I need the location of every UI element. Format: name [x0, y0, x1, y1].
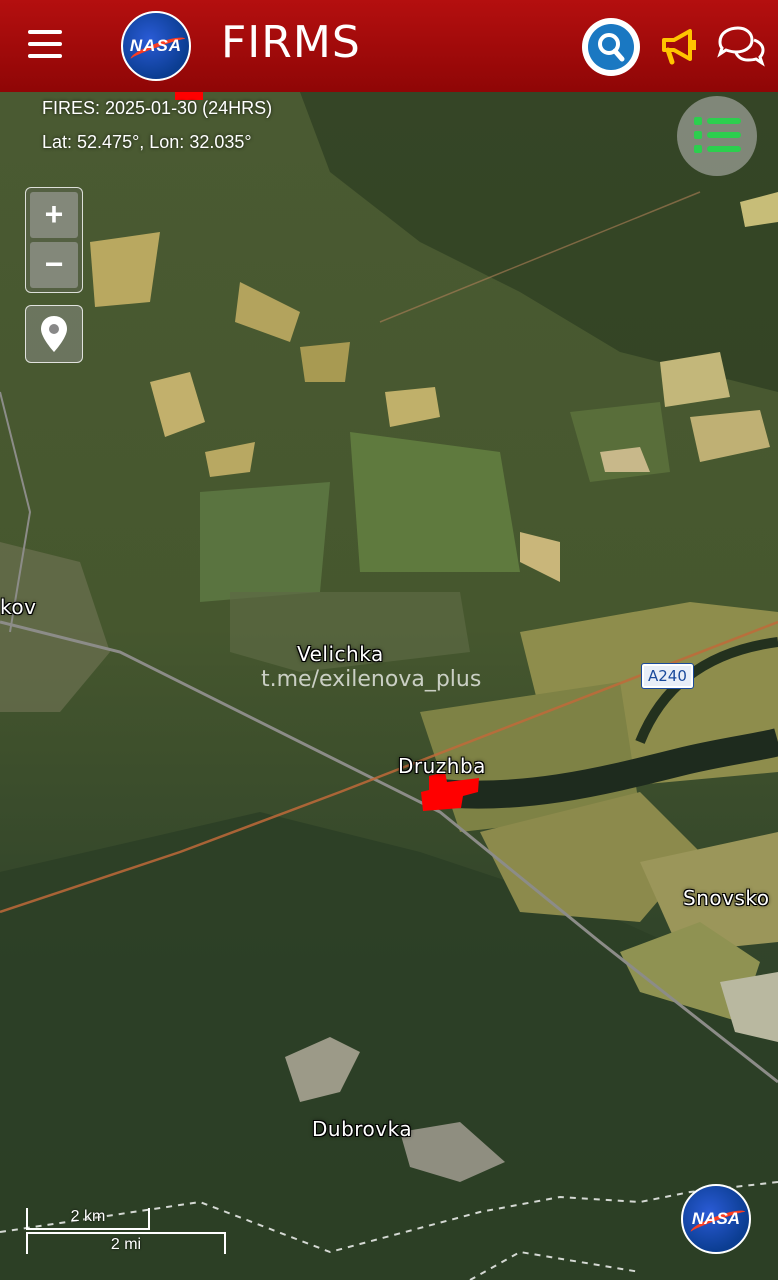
app-header: NASA FIRMS	[0, 0, 778, 92]
scale-mi: 2 mi	[26, 1232, 226, 1254]
place-label-velichka: Velichka	[297, 642, 384, 666]
hamburger-menu-icon[interactable]	[28, 30, 62, 60]
zoom-out-button[interactable]: −	[30, 242, 78, 288]
fires-date-label: FIRES: 2025-01-30 (24HRS)	[42, 98, 273, 118]
place-label-dubrovka: Dubrovka	[312, 1117, 413, 1141]
app-title: FIRMS	[221, 17, 361, 68]
coordinates-label: Lat: 52.475°, Lon: 32.035°	[42, 132, 252, 152]
nasa-logo: NASA	[121, 11, 191, 81]
place-label-snovsko: Snovsko	[683, 886, 770, 910]
nasa-badge-logo[interactable]: NASA	[681, 1184, 751, 1254]
place-label-kokov: kov	[0, 595, 37, 619]
search-button[interactable]	[582, 18, 640, 76]
search-icon	[588, 24, 634, 70]
locate-button[interactable]	[25, 305, 83, 363]
chat-icon[interactable]	[716, 24, 766, 68]
road-shield-a240: A240	[641, 663, 694, 689]
megaphone-icon[interactable]	[660, 26, 700, 66]
layers-list-icon	[694, 117, 741, 153]
satellite-map[interactable]: FIRES: 2025-01-30 (24HRS) Lat: 52.475°, …	[0, 92, 778, 1280]
place-label-druzhba: Druzhba	[398, 754, 486, 778]
zoom-in-button[interactable]: +	[30, 192, 78, 238]
layers-button[interactable]	[677, 96, 757, 176]
map-pin-icon	[41, 316, 67, 352]
watermark-text: t.me/exilenova_plus	[261, 667, 482, 692]
zoom-controls: + −	[25, 187, 83, 293]
scale-km: 2 km	[26, 1208, 150, 1230]
